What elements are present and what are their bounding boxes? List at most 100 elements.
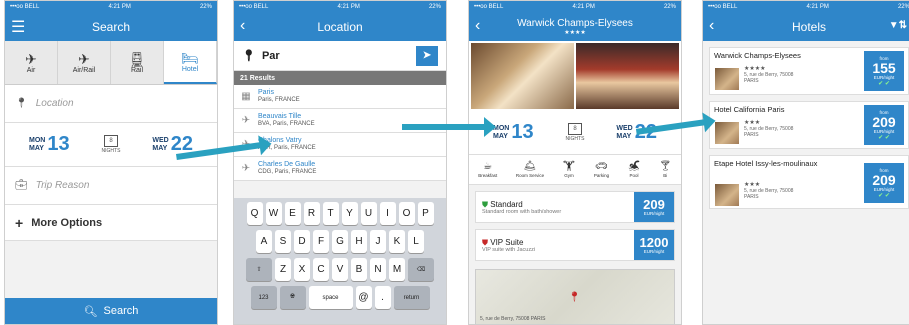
hotel-card[interactable]: Warwick Champs-Elysees ★★★★ 5, rue de Ber… <box>709 47 909 95</box>
key-e[interactable]: E <box>284 202 301 225</box>
key-r[interactable]: R <box>303 202 320 225</box>
shift-key[interactable]: ⇧ <box>246 258 272 281</box>
key-b[interactable]: B <box>351 258 367 281</box>
train-icon: 🚆︎ <box>128 51 146 67</box>
location-field[interactable]: 📍︎ Location <box>5 85 217 123</box>
more-options-button[interactable]: + More Options <box>5 205 217 241</box>
tab-hotel[interactable]: 🛏︎ Hotel <box>164 41 217 84</box>
plane-rail-icon: ✈ <box>78 51 90 67</box>
flow-stage: •••oo BELL 4:21 PM 22% ☰ Search ✈ Air ✈ Ai… <box>0 0 909 325</box>
key-s[interactable]: S <box>275 230 291 253</box>
amenity: 🍸︎ Bi <box>659 161 672 178</box>
tab-air-rail[interactable]: ✈ Air/Rail <box>58 41 111 84</box>
room-option[interactable]: ⛊ Standard Standard room with bath/showe… <box>475 191 675 223</box>
key-f[interactable]: F <box>313 230 329 253</box>
list-item[interactable]: ▦ Paris Paris, FRANCE <box>234 85 446 109</box>
key-n[interactable]: N <box>370 258 386 281</box>
delete-key[interactable]: ⌫ <box>408 258 434 281</box>
hotel-stars: ★★★★ <box>564 30 586 36</box>
status-bar: •••oo BELL 4:21 PM 22% <box>469 1 681 13</box>
list-item[interactable]: ✈ Charles De Gaulle CDG, Paris, FRANCE <box>234 157 446 181</box>
back-icon[interactable]: ‹ <box>709 17 714 35</box>
key-z[interactable]: Z <box>275 258 291 281</box>
key-a[interactable]: A <box>256 230 272 253</box>
hotel-city: PARIS <box>744 132 759 138</box>
search-icon: 🔍︎ <box>83 305 98 318</box>
checkout-month: MAY <box>152 144 168 152</box>
page-title: Hotels <box>791 20 826 34</box>
key-l[interactable]: L <box>408 230 424 253</box>
price-value: 209 <box>872 113 896 130</box>
globe-icon[interactable]: 🌐︎ <box>279 286 306 309</box>
key-o[interactable]: O <box>398 202 415 225</box>
tab-label: Hotel <box>181 66 199 73</box>
key-k[interactable]: K <box>389 230 405 253</box>
space-key[interactable]: space <box>308 286 353 309</box>
check-icon: ✔ ✔ <box>878 80 890 87</box>
numbers-key[interactable]: 123 <box>250 286 277 309</box>
page-title: Search <box>91 20 131 34</box>
at-key[interactable]: @ <box>355 286 372 309</box>
hotel-map[interactable]: 📍︎ 5, rue de Berry, 75008 PARIS <box>475 269 675 324</box>
nights-label: NIGHTS <box>565 136 585 142</box>
search-query: Par <box>261 49 280 62</box>
location-pin-icon: 📍︎ <box>242 50 256 62</box>
return-key[interactable]: return <box>393 286 430 309</box>
key-m[interactable]: M <box>389 258 405 281</box>
room-option[interactable]: ⛊ VIP Suite VIP suite with Jacuzzi 1200 … <box>475 229 675 261</box>
price-value: 155 <box>872 59 896 76</box>
hotel-name: Warwick Champs-Elysees <box>714 51 801 60</box>
trip-reason-placeholder: Trip Reason <box>35 180 90 191</box>
battery-label: 22% <box>199 4 212 10</box>
nights-counter[interactable]: 8 NIGHTS <box>102 135 120 154</box>
location-search-field[interactable]: 📍︎ Par ➤ <box>234 41 446 71</box>
key-h[interactable]: H <box>351 230 367 253</box>
key-v[interactable]: V <box>332 258 348 281</box>
result-name: Charles De Gaulle <box>258 161 316 168</box>
current-location-button[interactable]: ➤ <box>416 45 438 66</box>
hotel-name: Etape Hotel Issy-les-moulinaux <box>714 159 818 168</box>
key-q[interactable]: Q <box>246 202 263 225</box>
back-icon[interactable]: ‹ <box>240 17 245 35</box>
key-y[interactable]: Y <box>341 202 358 225</box>
carrier-label: •••oo BELL <box>708 4 738 10</box>
dot-key[interactable]: . <box>374 286 391 309</box>
status-bar: •••oo BELL 4:21 PM 22% <box>703 1 909 13</box>
amenity: 🏋︎ Gym <box>563 161 576 178</box>
nights-counter[interactable]: 8 NIGHTS <box>565 123 585 142</box>
menu-icon[interactable]: ☰ <box>11 17 25 37</box>
nights-count: 8 <box>103 135 118 147</box>
search-button[interactable]: 🔍︎ Search <box>5 298 217 324</box>
key-t[interactable]: T <box>322 202 339 225</box>
key-j[interactable]: J <box>370 230 386 253</box>
filter-sort-icon[interactable]: ▼⇅ <box>889 20 907 31</box>
hotel-photos[interactable] <box>469 41 681 111</box>
room-price: 1200 EUR/night <box>634 230 674 260</box>
key-d[interactable]: D <box>294 230 310 253</box>
result-name: Beauvais Tille <box>258 113 302 120</box>
key-w[interactable]: W <box>265 202 282 225</box>
hotel-card[interactable]: Hotel California Paris ★★★ 5, rue de Berr… <box>709 101 909 149</box>
key-x[interactable]: X <box>294 258 310 281</box>
checkin-date[interactable]: MON MAY 13 <box>493 121 534 144</box>
key-c[interactable]: C <box>313 258 329 281</box>
checkin-date[interactable]: MON MAY 13 <box>29 133 70 156</box>
result-sub: Paris, FRANCE <box>258 97 300 103</box>
amenity-label: Pool <box>629 173 639 178</box>
amenity: 🛎︎ Room Service <box>516 161 544 178</box>
key-i[interactable]: I <box>379 202 396 225</box>
trip-reason-field[interactable]: 💼︎ Trip Reason <box>5 167 217 205</box>
tab-air[interactable]: ✈ Air <box>5 41 58 84</box>
gym-icon: 🏋︎ <box>562 161 576 172</box>
key-u[interactable]: U <box>360 202 377 225</box>
back-icon[interactable]: ‹ <box>475 17 480 35</box>
time-label: 4:21 PM <box>806 4 829 10</box>
plane-icon: ✈ <box>241 115 251 126</box>
tab-rail[interactable]: 🚆︎ Rail <box>111 41 164 84</box>
key-g[interactable]: G <box>332 230 348 253</box>
amenity-label: Breakfast <box>478 173 498 178</box>
plane-icon: ✈ <box>241 163 251 174</box>
hotel-card[interactable]: Etape Hotel Issy-les-moulinaux ★★★ 5, rue… <box>709 155 909 209</box>
date-selector: MONMAY 13 8 NIGHTS WEDMAY 22 <box>5 123 217 167</box>
key-p[interactable]: P <box>417 202 434 225</box>
